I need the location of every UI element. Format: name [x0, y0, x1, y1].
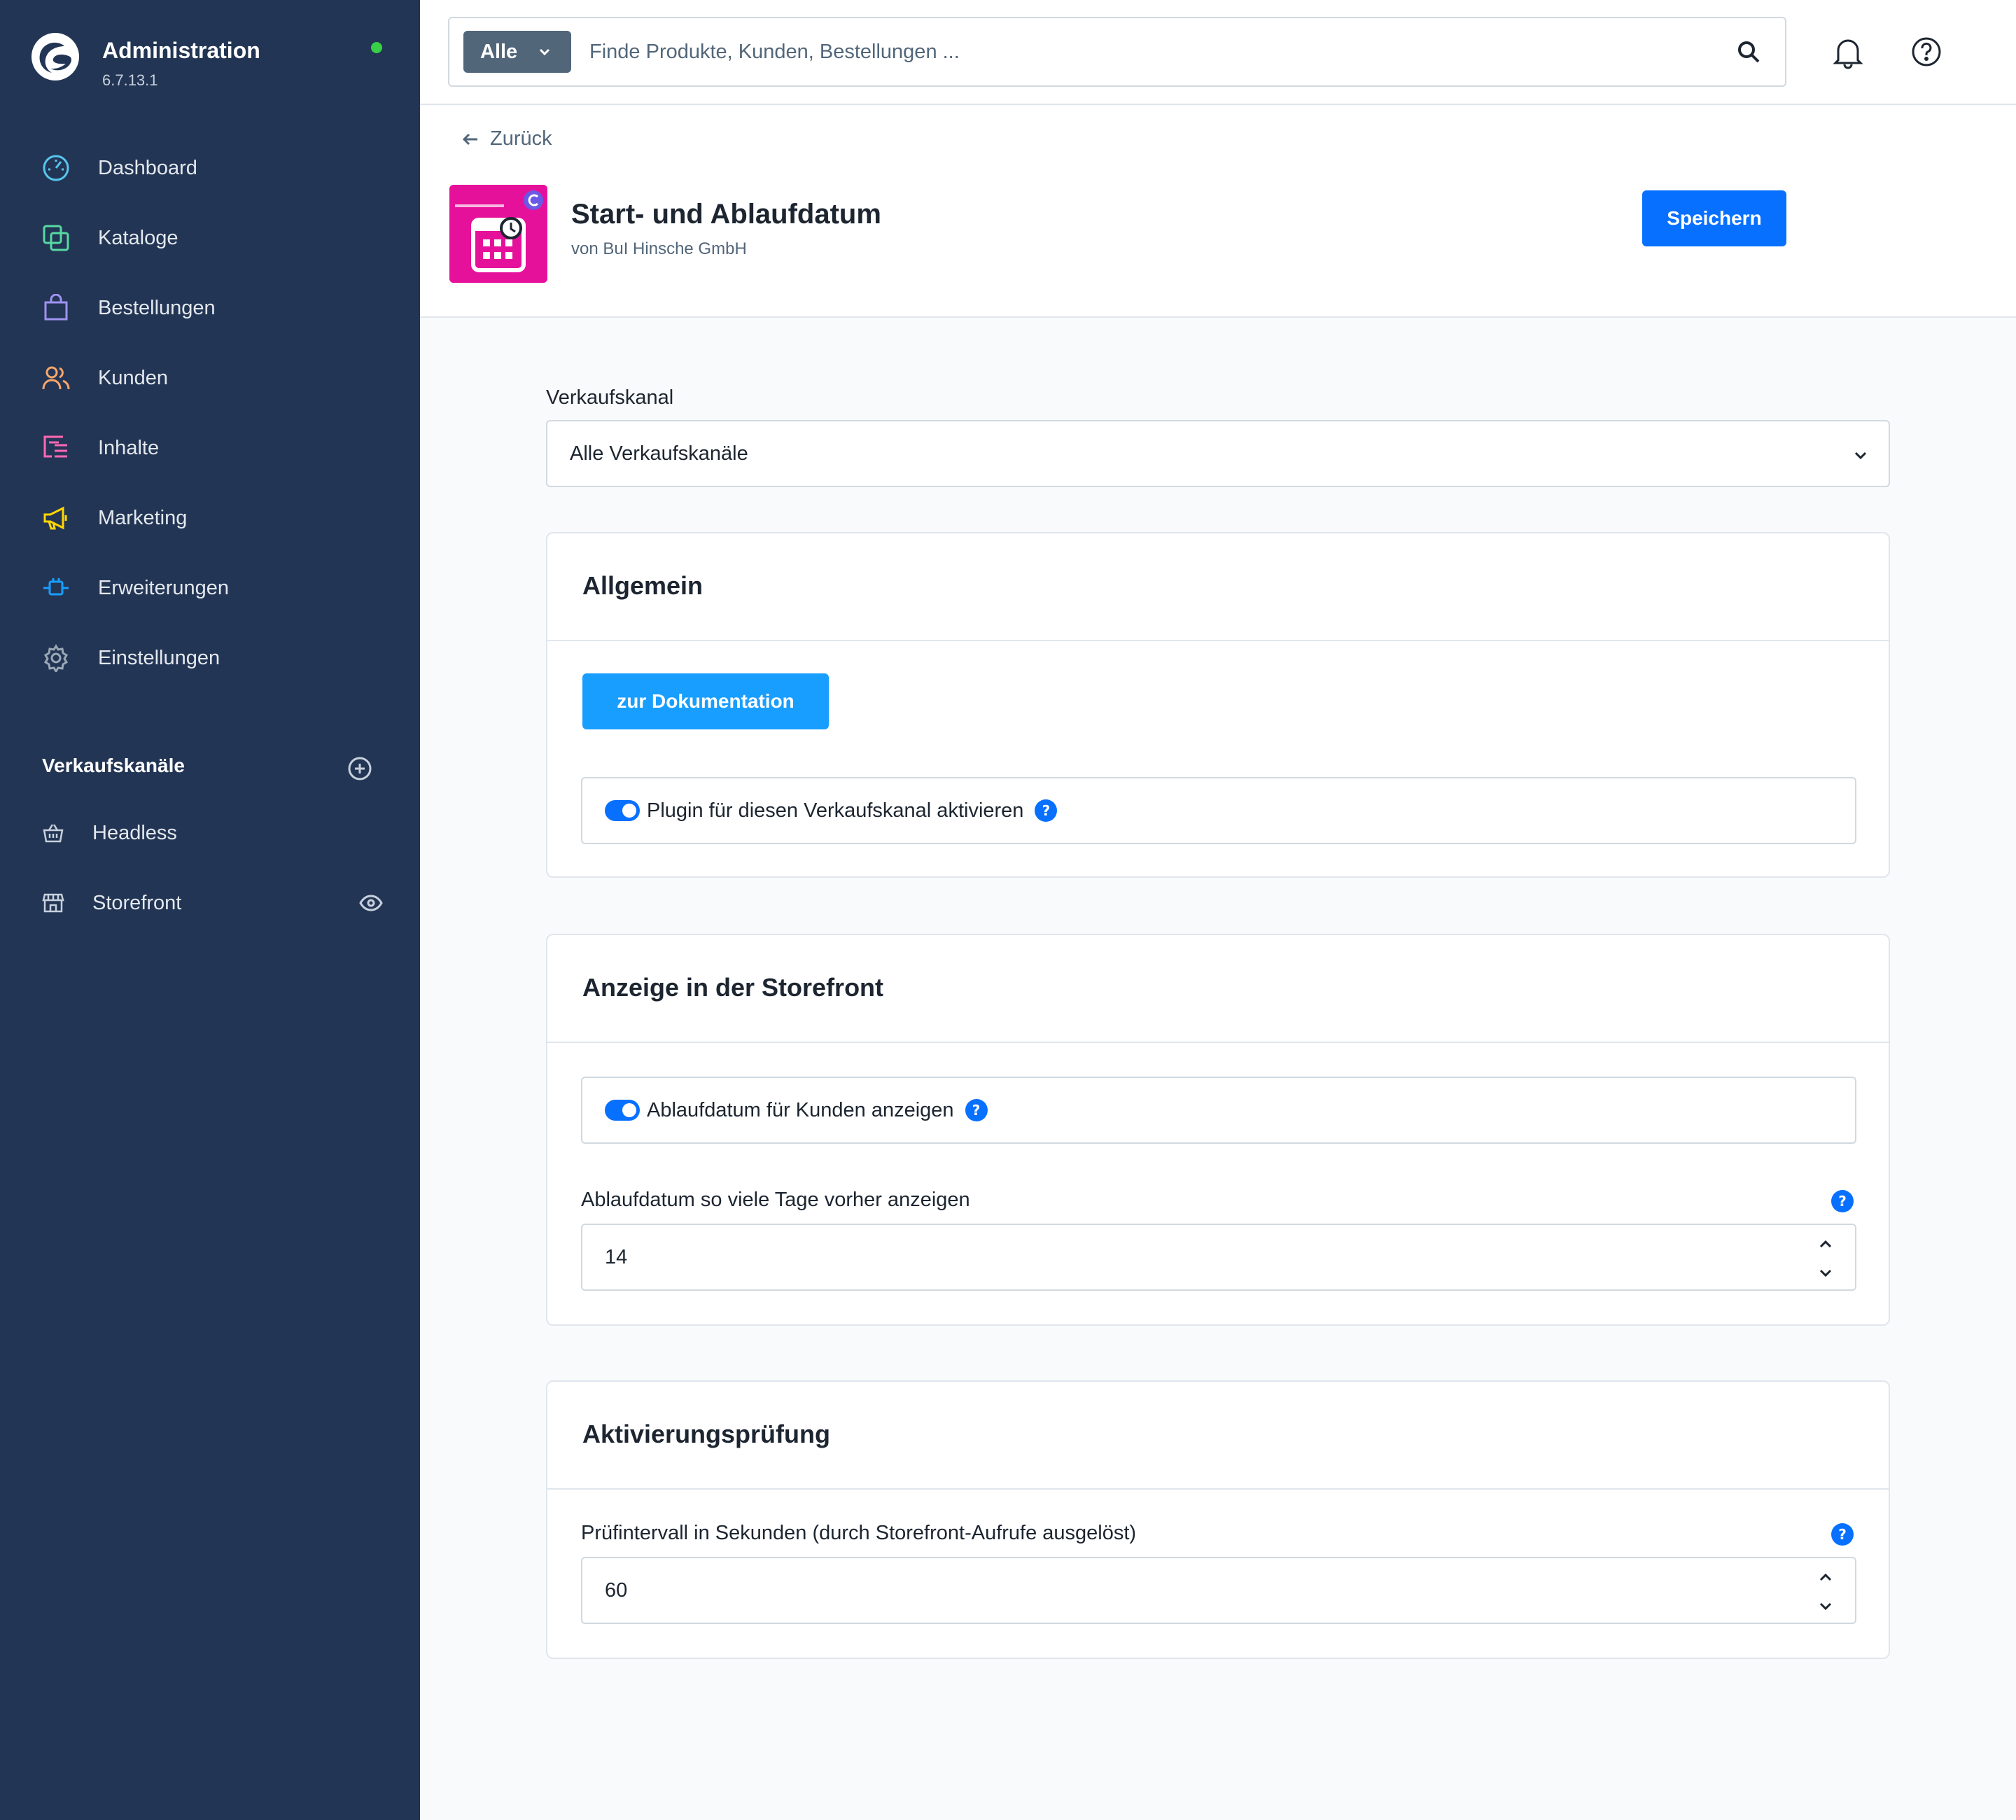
sidebar: Administration 6.7.13.1 Dashboard Katalo… [0, 0, 420, 1820]
chevron-down-icon [1854, 451, 1867, 460]
chevron-up-icon[interactable] [1817, 1569, 1834, 1586]
back-link[interactable]: Zurück [461, 127, 552, 150]
plugin-icon [449, 185, 547, 283]
show-expiry-toggle[interactable] [605, 1100, 640, 1121]
sales-channel-headless[interactable]: Headless [41, 812, 384, 854]
calendar-clock-icon [449, 185, 547, 283]
sidebar-item-label: Erweiterungen [98, 576, 229, 599]
help-tooltip-icon[interactable]: ? [1831, 1523, 1854, 1546]
search-input[interactable] [589, 31, 1681, 73]
page-title: Start- und Ablaufdatum [571, 199, 881, 230]
search-type-select[interactable]: Alle [463, 31, 571, 73]
plugin-author: von BuI Hinsche GmbH [571, 239, 747, 258]
chevron-up-icon[interactable] [1817, 1236, 1834, 1253]
help-tooltip-icon[interactable]: ? [1035, 799, 1058, 822]
chevron-down-icon[interactable] [1817, 1597, 1834, 1614]
app-version: 6.7.13.1 [102, 71, 158, 89]
search-type-label: Alle [480, 40, 518, 63]
status-indicator [371, 42, 382, 53]
sidebar-item-marketing[interactable]: Marketing [0, 483, 420, 553]
card-title: Allgemein [582, 571, 704, 600]
app-title: Administration [102, 38, 260, 63]
sales-channels-title: Verkaufskanäle [42, 755, 185, 776]
main-nav: Dashboard Kataloge Bestellungen Kunden I… [0, 133, 420, 693]
switch-label: Plugin für diesen Verkaufskanal aktivier… [647, 799, 1024, 822]
sales-channel-storefront[interactable]: Storefront [41, 882, 384, 924]
sales-channel-label: Verkaufskanal [546, 386, 674, 409]
plugin-active-switch-field: Plugin für diesen Verkaufskanal aktivier… [581, 777, 1856, 844]
storefront-icon [41, 890, 66, 916]
plug-icon [41, 573, 71, 603]
megaphone-icon [41, 503, 71, 533]
documentation-button[interactable]: zur Dokumentation [582, 673, 829, 729]
arrow-left-icon [462, 133, 477, 145]
interval-number-field[interactable]: 60 [581, 1557, 1856, 1624]
card-activation: Aktivierungsprüfung Prüfintervall in Sek… [546, 1380, 1890, 1659]
sidebar-item-label: Kunden [98, 366, 168, 389]
gauge-icon [41, 153, 71, 183]
shopware-logo-icon[interactable] [31, 32, 80, 81]
sidebar-item-einstellungen[interactable]: Einstellungen [0, 623, 420, 693]
eye-icon[interactable] [358, 890, 384, 916]
search-icon[interactable] [1736, 39, 1761, 64]
help-tooltip-icon[interactable]: ? [965, 1099, 988, 1121]
top-bar: Alle [420, 0, 2016, 105]
card-general: Allgemein zur Dokumentation Plugin für d… [546, 532, 1890, 878]
sidebar-item-label: Dashboard [98, 156, 197, 179]
card-header: Anzeige in der Storefront [547, 935, 1889, 1043]
page-header: Zurück Start- und Ablaufdatum von BuI Hi… [420, 106, 2016, 318]
sidebar-item-label: Marketing [98, 506, 188, 529]
back-label: Zurück [490, 127, 552, 150]
shopping-bag-icon [41, 293, 71, 323]
number-value: 14 [605, 1246, 628, 1268]
card-title: Anzeige in der Storefront [582, 973, 884, 1002]
sidebar-item-label: Bestellungen [98, 296, 216, 319]
content-icon [41, 433, 71, 463]
days-before-number-field[interactable]: 14 [581, 1224, 1856, 1291]
sidebar-item-label: Einstellungen [98, 646, 220, 669]
sidebar-item-dashboard[interactable]: Dashboard [0, 133, 420, 203]
add-sales-channel-icon[interactable] [347, 756, 372, 781]
number-value: 60 [605, 1579, 628, 1602]
sales-channel-label: Headless [92, 821, 177, 844]
card-storefront: Anzeige in der Storefront Ablaufdatum fü… [546, 934, 1890, 1326]
help-tooltip-icon[interactable]: ? [1831, 1190, 1854, 1212]
save-button[interactable]: Speichern [1642, 190, 1786, 246]
card-header: Allgemein [547, 533, 1889, 641]
sidebar-item-bestellungen[interactable]: Bestellungen [0, 273, 420, 343]
gear-icon [41, 643, 71, 673]
chevron-down-icon[interactable] [1817, 1264, 1834, 1281]
sidebar-item-kataloge[interactable]: Kataloge [0, 203, 420, 273]
card-header: Aktivierungsprüfung [547, 1382, 1889, 1490]
bell-icon[interactable] [1831, 35, 1865, 70]
sidebar-item-label: Kataloge [98, 226, 178, 249]
sales-channel-select[interactable]: Alle Verkaufskanäle [546, 420, 1890, 487]
users-icon [41, 363, 71, 393]
sidebar-item-label: Inhalte [98, 436, 160, 459]
basket-icon [41, 820, 66, 846]
switch-label: Ablaufdatum für Kunden anzeigen [647, 1098, 954, 1121]
catalog-icon [41, 223, 71, 253]
global-search: Alle [448, 17, 1786, 87]
help-icon[interactable] [1910, 35, 1943, 70]
sidebar-item-kunden[interactable]: Kunden [0, 343, 420, 413]
show-expiry-switch-field: Ablaufdatum für Kunden anzeigen ? [581, 1077, 1856, 1144]
plugin-active-toggle[interactable] [605, 800, 640, 821]
interval-label: Prüfintervall in Sekunden (durch Storefr… [581, 1522, 1137, 1544]
sidebar-item-erweiterungen[interactable]: Erweiterungen [0, 553, 420, 623]
sales-channel-label: Storefront [92, 891, 182, 914]
card-title: Aktivierungsprüfung [582, 1420, 831, 1448]
days-before-label: Ablaufdatum so viele Tage vorher anzeige… [581, 1189, 970, 1211]
chevron-down-icon [539, 48, 550, 56]
sales-channel-value: Alle Verkaufskanäle [570, 442, 748, 465]
sidebar-item-inhalte[interactable]: Inhalte [0, 413, 420, 483]
